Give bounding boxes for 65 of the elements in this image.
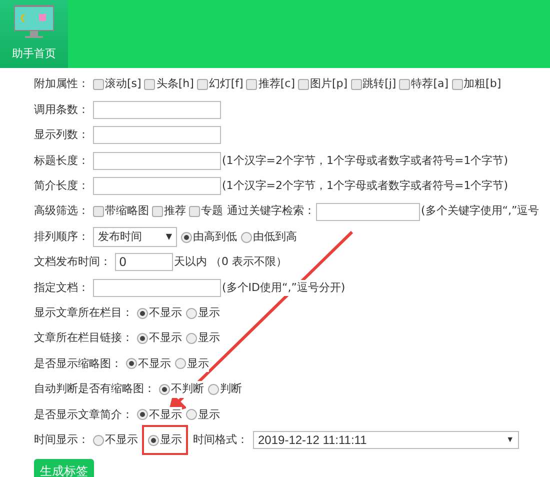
checkbox-label: 推荐[c] bbox=[258, 76, 295, 92]
radio-button[interactable] bbox=[208, 384, 219, 395]
checkbox[interactable] bbox=[452, 79, 463, 90]
radio-button[interactable] bbox=[175, 358, 186, 370]
field-label: 显示列数： bbox=[34, 127, 89, 144]
checkbox[interactable] bbox=[246, 79, 258, 90]
radio-button[interactable] bbox=[186, 308, 197, 319]
monitor-icon bbox=[13, 4, 55, 40]
field-label: 简介长度： bbox=[34, 178, 89, 194]
checkbox[interactable] bbox=[189, 206, 200, 218]
radio-button[interactable] bbox=[137, 308, 148, 319]
checkbox[interactable] bbox=[144, 79, 156, 90]
radio-button[interactable] bbox=[93, 434, 104, 446]
checkbox-label: 带缩略图 bbox=[105, 203, 149, 220]
input-field[interactable]: 0 bbox=[115, 253, 173, 272]
checkbox-label: 推荐 bbox=[164, 203, 186, 220]
field-label: 附加属性： bbox=[34, 76, 89, 92]
checkbox[interactable] bbox=[93, 79, 104, 90]
checkbox-label: 图片[p] bbox=[310, 76, 348, 92]
field-label: 排列顺序： bbox=[34, 228, 89, 245]
checkbox-label: 加粗[b] bbox=[464, 76, 502, 92]
checkbox-label: 跳转[j] bbox=[362, 76, 396, 92]
radio-button[interactable] bbox=[137, 409, 148, 420]
home-label: 助手首页 bbox=[12, 46, 56, 62]
checkbox-label: 幻灯[f] bbox=[208, 76, 244, 92]
field-label: 自动判断是否有缩略图： bbox=[34, 381, 155, 398]
checkbox[interactable] bbox=[93, 206, 104, 218]
field-label: 高级筛选： bbox=[34, 203, 89, 220]
field-label: 是否显示文章简介： bbox=[34, 406, 133, 423]
input-field[interactable] bbox=[93, 126, 221, 144]
caret-icon: ▼ bbox=[166, 231, 172, 244]
radio-button[interactable] bbox=[181, 232, 192, 243]
radio-button[interactable] bbox=[241, 232, 252, 243]
dropdown[interactable]: 2019-12-12 11:11:11 ▼ bbox=[253, 431, 519, 450]
input-field[interactable] bbox=[93, 152, 221, 170]
checkbox[interactable] bbox=[350, 79, 362, 90]
field-label: 是否显示缩略图： bbox=[34, 356, 122, 372]
radio-button[interactable] bbox=[148, 434, 159, 446]
input-field[interactable] bbox=[93, 101, 221, 120]
radio-button[interactable] bbox=[137, 333, 148, 344]
input-field[interactable] bbox=[93, 278, 221, 297]
checkbox-label: 头条[h] bbox=[156, 76, 194, 92]
checkbox-label: 专题 bbox=[201, 203, 223, 220]
checkbox-label: 滚动[s] bbox=[105, 76, 142, 92]
field-label: 调用条数： bbox=[34, 102, 89, 118]
checkbox[interactable] bbox=[399, 79, 410, 90]
field-label: 文章所在栏目链接： bbox=[34, 330, 133, 346]
field-label: 标题长度： bbox=[34, 152, 89, 169]
radio-button[interactable] bbox=[159, 384, 170, 395]
field-label: 指定文档： bbox=[34, 280, 89, 296]
checkbox-label: 特荐[a] bbox=[411, 76, 449, 92]
field-label: 显示文章所在栏目： bbox=[34, 304, 133, 321]
field-label: 文档发布时间： bbox=[34, 254, 111, 270]
checkbox[interactable] bbox=[196, 79, 208, 90]
input-field[interactable] bbox=[93, 177, 221, 196]
radio-button[interactable] bbox=[186, 409, 197, 420]
field-label: 时间显示： bbox=[34, 432, 89, 448]
input-field[interactable] bbox=[316, 202, 420, 221]
dropdown[interactable]: 发布时间 ▼ bbox=[93, 227, 177, 248]
hint-text: (多个ID使用“,”逗号分开) bbox=[222, 280, 346, 296]
checkbox[interactable] bbox=[152, 206, 163, 218]
checkbox[interactable] bbox=[298, 79, 309, 90]
caret-icon: ▼ bbox=[506, 434, 514, 446]
radio-button[interactable] bbox=[186, 333, 197, 344]
radio-button[interactable] bbox=[126, 358, 137, 370]
